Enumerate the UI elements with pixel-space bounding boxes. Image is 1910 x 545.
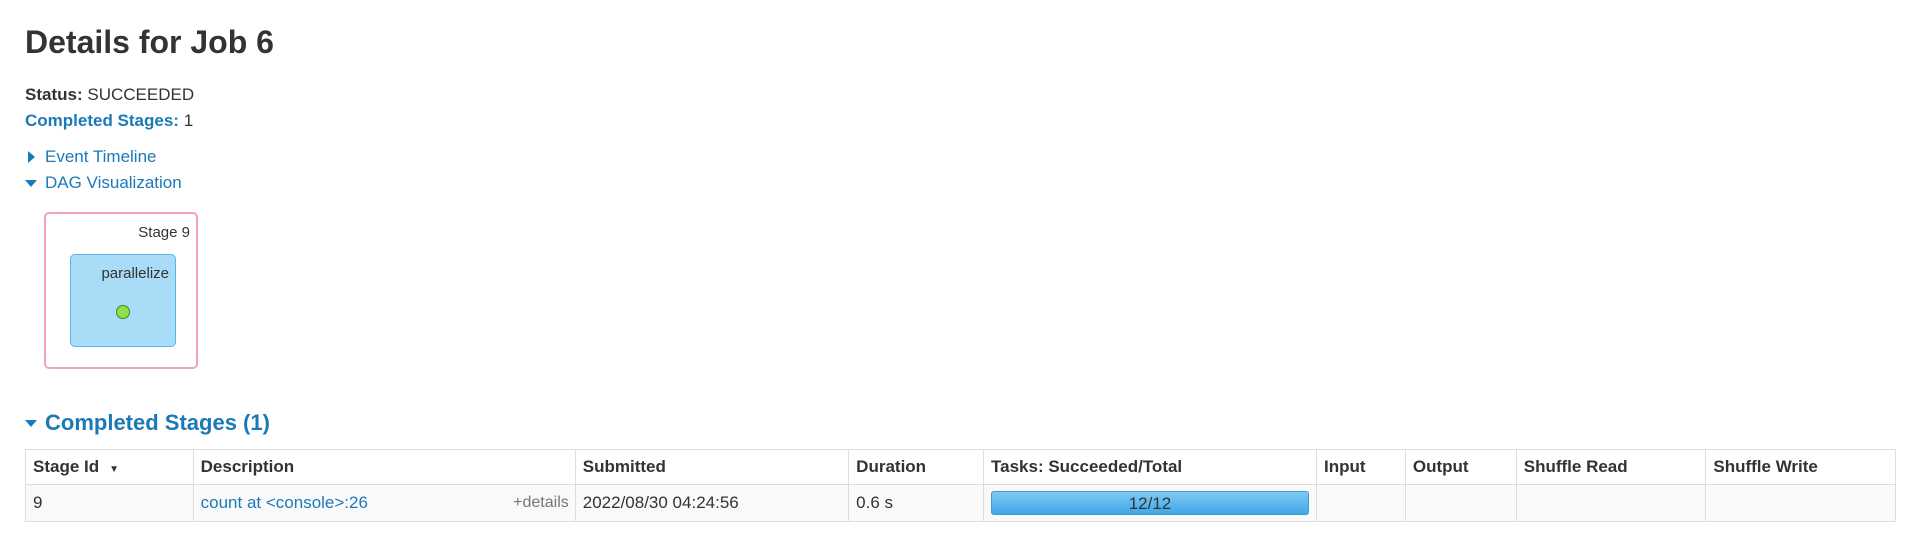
column-header-input[interactable]: Input — [1316, 449, 1406, 485]
status-line: Status: SUCCEEDED — [25, 82, 194, 108]
table-header-row: Stage Id ▼ Description Submitted Duration… — [25, 449, 1896, 485]
completed-stages-table: Stage Id ▼ Description Submitted Duration… — [25, 449, 1896, 522]
dag-rdd-box[interactable]: parallelize — [70, 254, 176, 347]
tasks-progress-text: 12/12 — [1128, 494, 1172, 513]
cell-description: count at <console>:26 +details — [192, 484, 576, 522]
dag-visualization-label: DAG Visualization — [45, 173, 182, 192]
cell-tasks: 12/12 — [983, 484, 1317, 522]
dag-visualization-toggle[interactable]: DAG Visualization — [25, 170, 182, 196]
column-header-tasks[interactable]: Tasks: Succeeded/Total — [983, 449, 1317, 485]
column-header-submitted[interactable]: Submitted — [574, 449, 850, 485]
cell-input — [1316, 484, 1406, 522]
cell-stage-id: 9 — [25, 484, 194, 522]
status-label: Status: — [25, 85, 83, 104]
event-timeline-label: Event Timeline — [45, 147, 157, 166]
cell-duration: 0.6 s — [848, 484, 984, 522]
cell-shuffle-read — [1515, 484, 1707, 522]
column-header-shuffle-write[interactable]: Shuffle Write — [1705, 449, 1896, 485]
completed-stages-count: 1 — [183, 111, 194, 130]
arrow-right-icon — [28, 151, 35, 163]
page-title: Details for Job 6 — [25, 24, 274, 60]
cell-submitted: 2022/08/30 04:24:56 — [574, 484, 850, 522]
column-header-stage-id[interactable]: Stage Id ▼ — [25, 449, 194, 485]
column-header-shuffle-read[interactable]: Shuffle Read — [1515, 449, 1707, 485]
column-header-description[interactable]: Description — [192, 449, 576, 485]
dag-rdd-label: parallelize — [101, 265, 169, 282]
tasks-progress-bar: 12/12 — [991, 491, 1309, 515]
completed-stages-section-toggle[interactable]: Completed Stages (1) — [25, 410, 270, 436]
cell-output — [1404, 484, 1517, 522]
dag-stage-cluster[interactable]: Stage 9 parallelize — [44, 212, 198, 369]
column-header-duration[interactable]: Duration — [848, 449, 984, 485]
completed-stages-header: Completed Stages (1) — [45, 410, 270, 435]
dag-stage-label: Stage 9 — [138, 224, 190, 241]
completed-stages-line[interactable]: Completed Stages: 1 — [25, 108, 194, 134]
arrow-down-icon — [25, 179, 37, 187]
arrow-down-icon — [25, 419, 37, 427]
sort-descending-icon: ▼ — [109, 464, 120, 475]
visualization-toggles: Event Timeline DAG Visualization — [25, 144, 182, 196]
job-summary: Status: SUCCEEDED Completed Stages: 1 — [25, 82, 194, 134]
details-toggle-link[interactable]: +details — [513, 494, 569, 512]
stage-description-link[interactable]: count at <console>:26 — [201, 493, 368, 512]
column-header-output[interactable]: Output — [1404, 449, 1517, 485]
table-row: 9 count at <console>:26 +details 2022/08… — [25, 484, 1896, 522]
event-timeline-toggle[interactable]: Event Timeline — [25, 144, 182, 170]
dag-node-dot[interactable] — [116, 305, 130, 319]
status-value: SUCCEEDED — [87, 85, 195, 104]
completed-stages-link[interactable]: Completed Stages: — [25, 111, 179, 130]
cell-shuffle-write — [1705, 484, 1896, 522]
